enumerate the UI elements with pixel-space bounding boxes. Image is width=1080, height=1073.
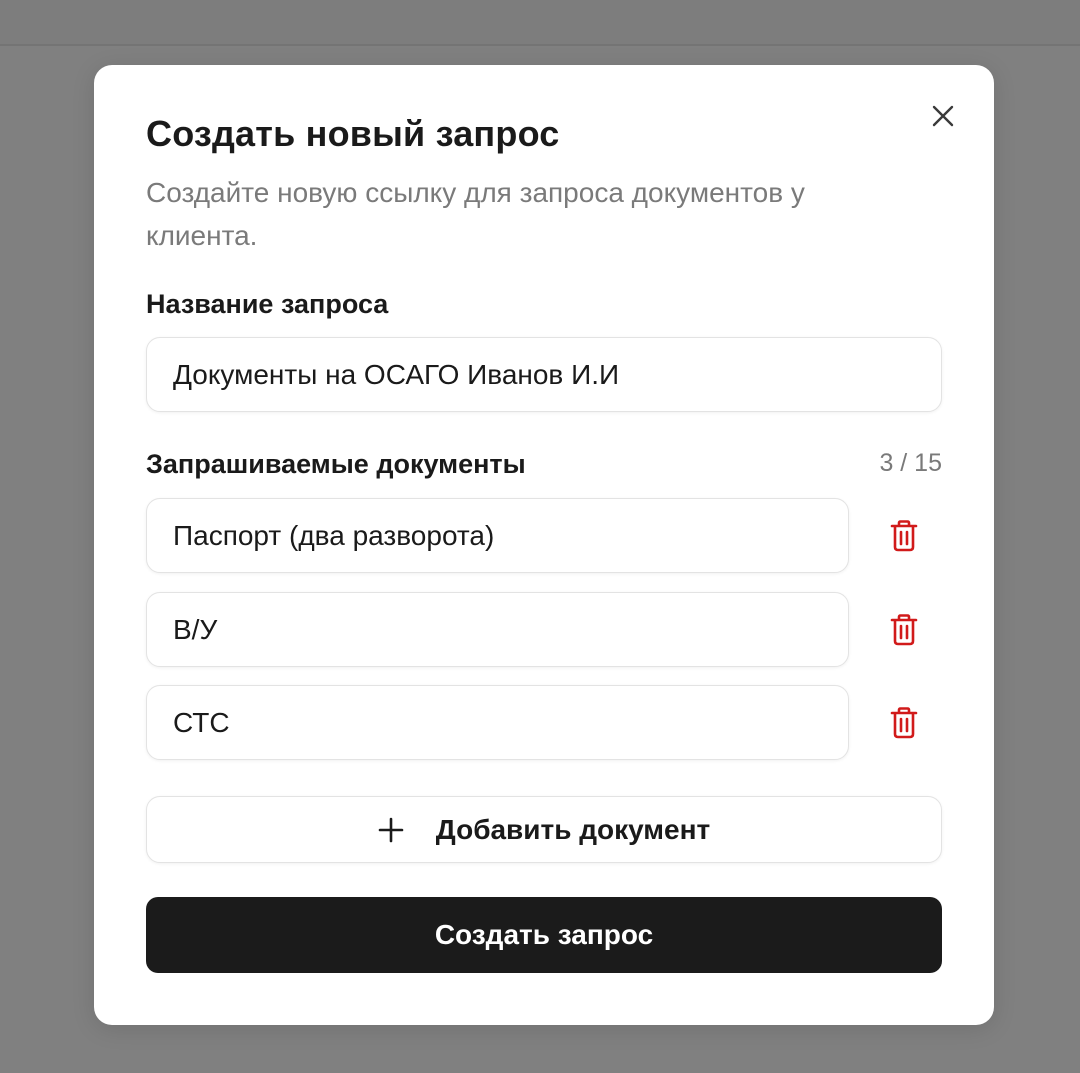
request-name-label: Название запроса — [146, 289, 389, 319]
create-request-dialog: Создать новый запрос Создайте новую ссыл… — [94, 65, 994, 1025]
trash-icon — [890, 707, 918, 739]
delete-document-button[interactable] — [888, 518, 920, 554]
documents-counter: 3 / 15 — [879, 449, 942, 477]
trash-icon — [890, 614, 918, 646]
dialog-subtitle: Создайте новую ссылку для запроса докуме… — [146, 177, 805, 251]
document-input[interactable]: В/У — [146, 592, 849, 667]
documents-label: Запрашиваемые документы — [146, 449, 526, 479]
close-icon — [932, 105, 954, 127]
document-input[interactable]: СТС — [146, 685, 849, 760]
background-header — [0, 0, 1080, 46]
delete-document-button[interactable] — [888, 705, 920, 741]
plus-icon — [378, 817, 404, 843]
add-document-button[interactable]: Добавить документ — [146, 796, 942, 863]
document-value: В/У — [173, 613, 218, 645]
create-request-label: Создать запрос — [434, 919, 654, 950]
request-name-input[interactable]: Документы на ОСАГО Иванов И.И — [146, 337, 942, 412]
add-document-label: Добавить документ — [435, 813, 711, 845]
request-name-value: Документы на ОСАГО Иванов И.И — [173, 358, 620, 390]
dialog-title: Создать новый запрос — [146, 113, 560, 154]
create-request-button[interactable]: Создать запрос — [146, 897, 942, 973]
document-value: СТС — [173, 706, 230, 738]
document-value: Паспорт (два разворота) — [173, 519, 495, 551]
delete-document-button[interactable] — [888, 612, 920, 648]
document-input[interactable]: Паспорт (два разворота) — [146, 498, 849, 573]
trash-icon — [890, 520, 918, 552]
close-button[interactable] — [928, 101, 958, 131]
